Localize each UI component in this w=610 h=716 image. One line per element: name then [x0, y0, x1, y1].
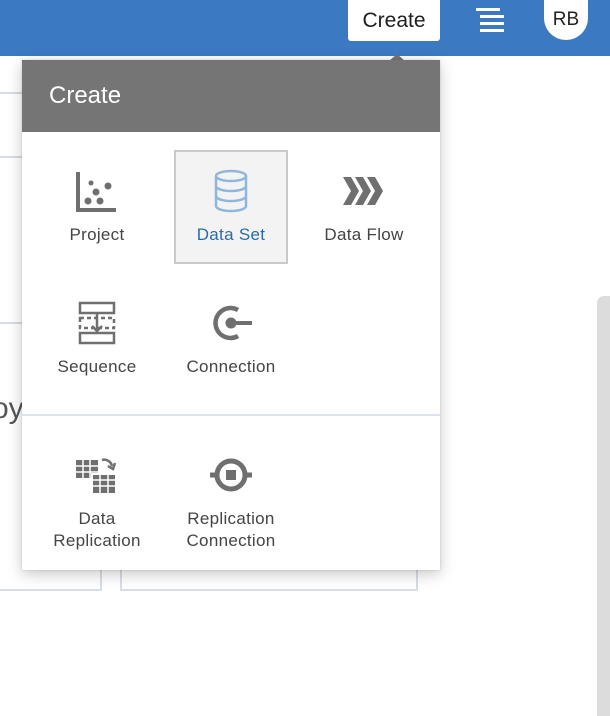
connection-plug-icon	[213, 305, 252, 341]
create-connection-label: Connection	[186, 357, 276, 376]
background-divider	[0, 156, 22, 158]
top-bar: Create RB	[0, 0, 610, 56]
background-card-border	[416, 570, 418, 591]
background-divider	[0, 92, 22, 94]
replication-target-icon	[210, 458, 252, 492]
create-data-set-item[interactable]: Data Set	[174, 150, 288, 264]
create-project-label: Project	[69, 225, 125, 244]
background-text: oy	[0, 392, 24, 425]
hamburger-list-icon[interactable]	[476, 6, 508, 36]
sequence-steps-icon	[78, 301, 116, 345]
user-avatar[interactable]: RB	[544, 0, 588, 40]
create-sequence-item[interactable]: Sequence	[40, 282, 154, 396]
create-replication-connection-item[interactable]: Replication Connection	[174, 434, 288, 564]
background-card-border	[0, 589, 102, 591]
scatter-chart-icon	[76, 172, 116, 212]
chevrons-flow-icon	[343, 177, 383, 205]
background-card-border	[100, 570, 102, 591]
create-sequence-label: Sequence	[57, 357, 137, 376]
create-data-replication-item[interactable]: Data Replication	[40, 434, 154, 564]
create-replication-connection-label: Replication Connection	[186, 509, 276, 550]
create-button[interactable]: Create	[348, 0, 440, 41]
create-data-set-label: Data Set	[196, 225, 266, 244]
create-project-item[interactable]: Project	[40, 150, 154, 264]
create-data-flow-label: Data Flow	[324, 225, 404, 244]
table-replication-icon	[76, 458, 117, 495]
background-card-border	[120, 589, 418, 591]
create-data-flow-item[interactable]: Data Flow	[307, 150, 421, 264]
background-card-border	[120, 570, 122, 591]
vertical-scrollbar[interactable]	[597, 296, 610, 716]
database-cylinder-icon	[214, 169, 248, 213]
create-popover: Create Project Data Set Data Flow Sequen…	[22, 60, 440, 570]
create-data-replication-label: Data Replication	[53, 509, 141, 550]
background-divider	[0, 322, 22, 324]
create-connection-item[interactable]: Connection	[174, 282, 288, 396]
section-divider	[22, 414, 440, 416]
popover-title: Create	[22, 60, 440, 132]
